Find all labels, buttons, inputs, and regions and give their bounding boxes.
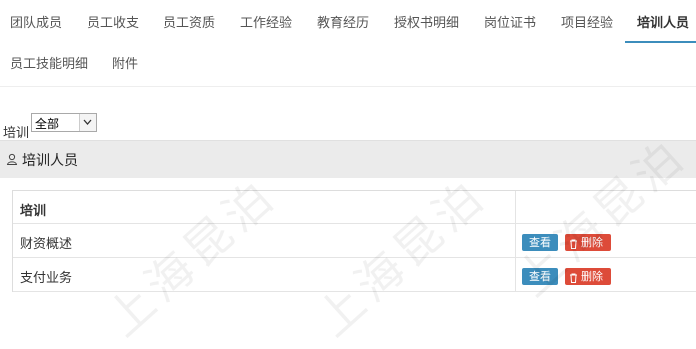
tab-attachments[interactable]: 附件 (112, 48, 138, 82)
user-icon (6, 153, 18, 169)
panel-title: 培训人员 (22, 153, 78, 169)
column-header-training: 培训 (13, 191, 516, 223)
trash-icon (569, 237, 578, 254)
delete-button[interactable]: 删除 (565, 234, 611, 251)
view-button[interactable]: 查看 (522, 268, 558, 285)
tab-employee-skills[interactable]: 员工技能明细 (10, 48, 88, 82)
tab-position-certificates[interactable]: 岗位证书 (484, 7, 536, 41)
training-select[interactable]: 全部 (31, 113, 97, 132)
tab-team-members[interactable]: 团队成员 (10, 7, 62, 41)
tab-authorization-details[interactable]: 授权书明细 (394, 7, 459, 41)
row-actions: 查看 删除 (516, 224, 696, 257)
training-select-value: 全部 (35, 117, 60, 131)
tab-row-2: 员工技能明细 附件 (0, 48, 696, 82)
chevron-down-icon (79, 114, 96, 131)
tabs-divider (0, 86, 696, 87)
table-header-row: 培训 (13, 191, 696, 224)
tab-education[interactable]: 教育经历 (317, 7, 369, 41)
training-name: 支付业务 (20, 271, 73, 286)
table-row: 财资概述 查看 删除 (13, 224, 696, 258)
delete-label: 删除 (581, 270, 603, 283)
tab-row-1: 团队成员 员工收支 员工资质 工作经验 教育经历 授权书明细 岗位证书 项目经验… (0, 7, 696, 43)
training-filter-label: 培训 (3, 126, 30, 141)
view-button[interactable]: 查看 (522, 234, 558, 251)
delete-label: 删除 (581, 236, 603, 249)
training-name: 财资概述 (20, 237, 73, 252)
training-name-cell: 财资概述 (13, 224, 516, 257)
delete-button[interactable]: 删除 (565, 268, 611, 285)
trash-icon (569, 271, 578, 288)
row-actions: 查看 删除 (516, 258, 696, 291)
training-name-cell: 支付业务 (13, 258, 516, 291)
column-header-label: 培训 (20, 204, 47, 219)
trainee-table: 培训 财资概述 查看 删除 支付业务 查看 删除 (12, 190, 696, 292)
tab-trainees[interactable]: 培训人员 (624, 7, 696, 43)
tab-employee-income[interactable]: 员工收支 (87, 7, 139, 41)
tab-work-experience[interactable]: 工作经验 (240, 7, 292, 41)
column-header-actions (516, 191, 696, 223)
tab-employee-qualifications[interactable]: 员工资质 (163, 7, 215, 41)
panel-header: 培训人员 (0, 140, 696, 178)
tab-project-experience[interactable]: 项目经验 (561, 7, 613, 41)
table-row: 支付业务 查看 删除 (13, 258, 696, 292)
